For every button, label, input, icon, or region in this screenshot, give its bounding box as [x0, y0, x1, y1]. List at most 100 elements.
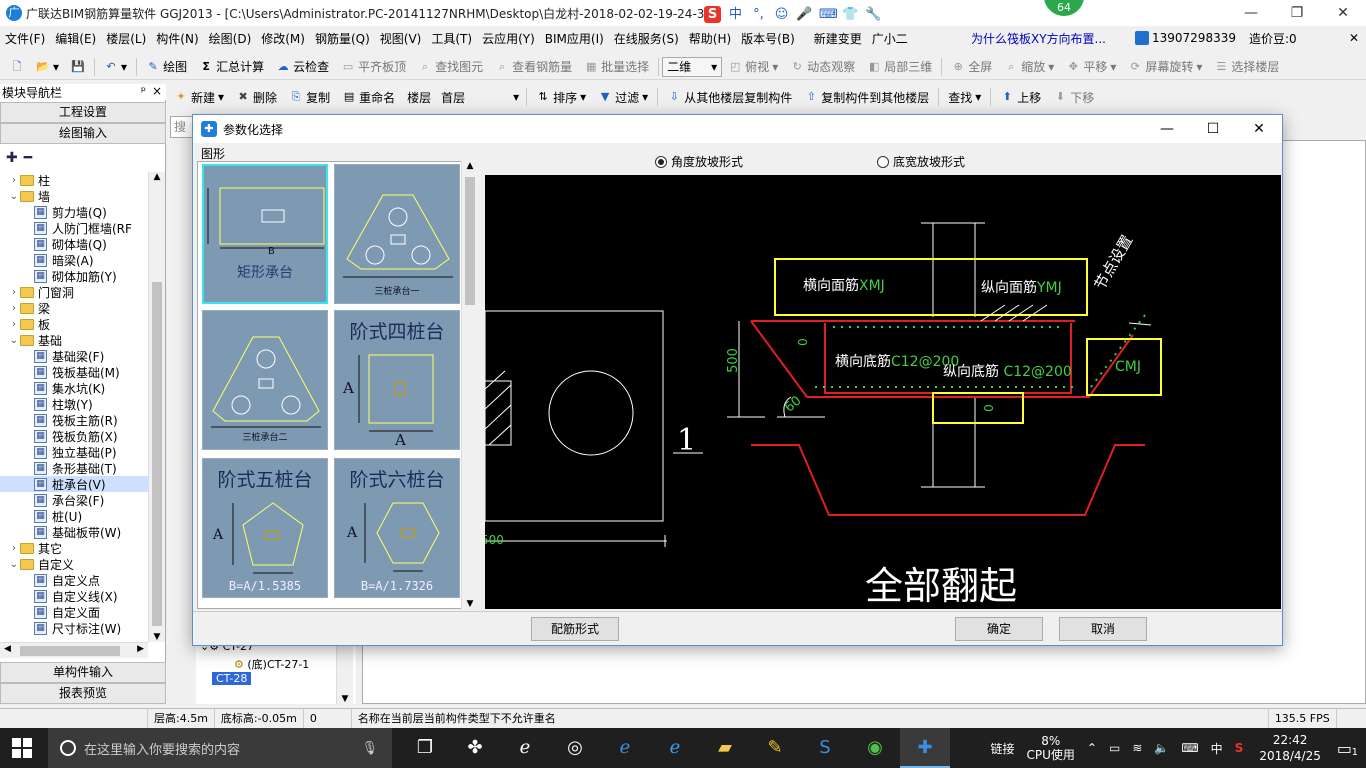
notification-icon[interactable]: ▭ 1 [1331, 739, 1366, 758]
tree-folder[interactable]: ⌄ 基础 [0, 332, 148, 348]
new-file-button[interactable]: 🗋 [4, 60, 30, 74]
tree-leaf[interactable]: ▦ 自定义线(X) [0, 588, 148, 604]
undo-button[interactable]: ↶ ▾ [98, 60, 133, 74]
copy-component-button[interactable]: ⎘ 复制 [283, 89, 336, 106]
single-input-button[interactable]: 单构件输入 [0, 662, 166, 683]
dynamic-view-button[interactable]: ↻ 动态观察 [784, 58, 861, 75]
nav-close-icon[interactable]: × [152, 84, 162, 98]
menu-item[interactable]: 钢筋量(Q) [310, 30, 375, 47]
scroll-down-icon[interactable]: ▼ [462, 599, 478, 609]
shape-three-pile-1[interactable]: 三桩承台一 [334, 164, 460, 304]
menu-item[interactable]: 新建变更 [800, 30, 867, 47]
file-explorer-icon[interactable]: ▰ [700, 728, 750, 768]
expand-icon[interactable]: › [8, 303, 20, 314]
restore-button[interactable]: ❐ [1274, 0, 1320, 26]
rebar-form-button[interactable]: 配筋形式 [531, 617, 619, 641]
component-search-input[interactable]: 搜索 [170, 116, 194, 138]
menu-close-button[interactable]: ✕ [1344, 31, 1364, 45]
width-slope-radio[interactable]: 底宽放坡形式 [877, 153, 965, 170]
scroll-up-icon[interactable]: ▲ [462, 161, 478, 171]
tree-leaf[interactable]: ▦ 基础板带(W) [0, 524, 148, 540]
copy-to-floor-button[interactable]: ⇧ 复制构件到其他楼层 [798, 89, 935, 106]
scroll-thumb[interactable] [465, 177, 475, 305]
tree-leaf[interactable]: ▦ 尺寸标注(W) [0, 620, 148, 636]
menu-item[interactable]: 修改(M) [256, 30, 310, 47]
menu-item[interactable]: 工具(T) [426, 30, 477, 47]
expand-icon[interactable]: › [8, 543, 20, 554]
pin-icon[interactable]: ᵖ [141, 84, 146, 98]
scroll-up-icon[interactable]: ▲ [149, 172, 165, 182]
tree-leaf[interactable]: ▦ 自定义点 [0, 572, 148, 588]
rename-component-button[interactable]: ▤ 重命名 [336, 89, 401, 106]
new-component-button[interactable]: ✦ 新建 ▾ [168, 89, 230, 106]
notes-app-icon[interactable]: ✎ [750, 728, 800, 768]
ime-mic-icon[interactable]: 🎤 [796, 6, 813, 23]
tree-folder[interactable]: › 其它 [0, 540, 148, 556]
sogou-tray-icon[interactable]: S [1229, 741, 1250, 755]
spiral-app-icon[interactable]: ◎ [550, 728, 600, 768]
tree-folder[interactable]: ⌄ 自定义 [0, 556, 148, 572]
taskbar-clock[interactable]: 22:42 2018/4/25 [1249, 732, 1331, 764]
menu-item[interactable]: 楼层(L) [101, 30, 151, 47]
pan-button[interactable]: ✥ 平移 ▾ [1060, 58, 1122, 75]
ie-icon[interactable]: ℯ [650, 728, 700, 768]
menu-item[interactable]: 帮助(H) [684, 30, 736, 47]
scroll-thumb[interactable] [152, 282, 162, 626]
menu-question-link[interactable]: 为什么筏板XY方向布置... [966, 30, 1111, 47]
menu-item[interactable]: 在线服务(S) [609, 30, 684, 47]
tree-leaf[interactable]: ▦ 筏板基础(M) [0, 364, 148, 380]
list-item[interactable]: ⚙ (底)CT-27-1 [234, 656, 309, 672]
scroll-right-icon[interactable]: ▶ [137, 644, 144, 654]
expand-icon[interactable]: › [8, 287, 20, 298]
glodon-app-icon[interactable]: ✚ [900, 728, 950, 768]
ime-emoji-icon[interactable]: ☺ [773, 6, 790, 23]
tree-leaf[interactable]: ▦ 集水坑(K) [0, 380, 148, 396]
shape-gallery-scrollbar[interactable]: ▲ ▼ [461, 161, 478, 609]
tree-leaf[interactable]: ▦ 条形基础(T) [0, 460, 148, 476]
user-account[interactable]: 13907298339 [1130, 31, 1241, 45]
tree-folder[interactable]: ⌄ 墙 [0, 188, 148, 204]
menu-item[interactable]: 广小二 [867, 30, 913, 47]
mic-icon[interactable]: 🎙 [361, 741, 378, 756]
tree-leaf[interactable]: ▦ 承台梁(F) [0, 492, 148, 508]
collapse-all-icon[interactable]: ━ [24, 150, 32, 166]
tree-leaf[interactable]: ▦ 砌体加筋(Y) [0, 268, 148, 284]
top-view-button[interactable]: ◰ 俯视 ▾ [722, 58, 784, 75]
tree-leaf[interactable]: ▦ 柱墩(Y) [0, 396, 148, 412]
move-up-button[interactable]: ⬆ 上移 [994, 89, 1047, 106]
dialog-close-button[interactable]: ✕ [1236, 115, 1282, 143]
tree-leaf[interactable]: ▦ 独立基础(P) [0, 444, 148, 460]
keyboard-icon[interactable]: ⌨ [1175, 741, 1204, 755]
move-down-button[interactable]: ⬇ 下移 [1047, 89, 1100, 106]
price-beans[interactable]: 造价豆:0 [1244, 30, 1302, 47]
scroll-down-icon[interactable]: ▼ [337, 694, 353, 704]
delete-component-button[interactable]: ✖ 删除 [230, 89, 283, 106]
cancel-button[interactable]: 取消 [1059, 617, 1147, 641]
menu-item[interactable]: 视图(V) [375, 30, 427, 47]
list-vscrollbar[interactable]: ▼ [336, 640, 353, 704]
angle-slope-radio[interactable]: 角度放坡形式 [655, 153, 743, 170]
tree-vscrollbar[interactable]: ▲ ▼ [148, 172, 165, 642]
ime-tools-icon[interactable]: 🔧 [865, 6, 882, 23]
local-3d-button[interactable]: ◧ 局部三维 [861, 58, 938, 75]
edge-browser-icon[interactable]: ℯ [600, 728, 650, 768]
tree-folder[interactable]: › 板 [0, 316, 148, 332]
volume-icon[interactable]: 🔈 [1148, 741, 1175, 755]
expand-icon[interactable]: › [8, 175, 20, 186]
taskbar-search[interactable]: 在这里输入你要搜索的内容 🎙 [48, 728, 392, 768]
hscroll-thumb[interactable] [20, 646, 120, 656]
sort-button[interactable]: ⇅ 排序 ▾ [530, 89, 592, 106]
ime-skin-icon[interactable]: 👕 [842, 6, 859, 23]
menu-item[interactable]: 绘图(D) [204, 30, 257, 47]
expand-all-icon[interactable]: ✚ [6, 150, 18, 166]
tree-hscrollbar[interactable]: ◀ ▶ [0, 642, 148, 658]
find-element-button[interactable]: ⌕ 查找图元 [412, 58, 489, 75]
link-label[interactable]: 链接 [985, 740, 1021, 757]
tree-leaf[interactable]: ▦ 桩(U) [0, 508, 148, 524]
menu-item[interactable]: BIM应用(I) [540, 30, 609, 47]
ime-punct-icon[interactable]: °, [750, 6, 767, 23]
shape-stepped-six-pile[interactable]: 阶式六桩台 A B=A/1.7326 [334, 458, 460, 598]
ime-keyboard-icon[interactable]: ⌨ [819, 6, 838, 23]
align-top-button[interactable]: ▭ 平齐板顶 [335, 58, 412, 75]
minimize-button[interactable]: — [1228, 0, 1274, 26]
